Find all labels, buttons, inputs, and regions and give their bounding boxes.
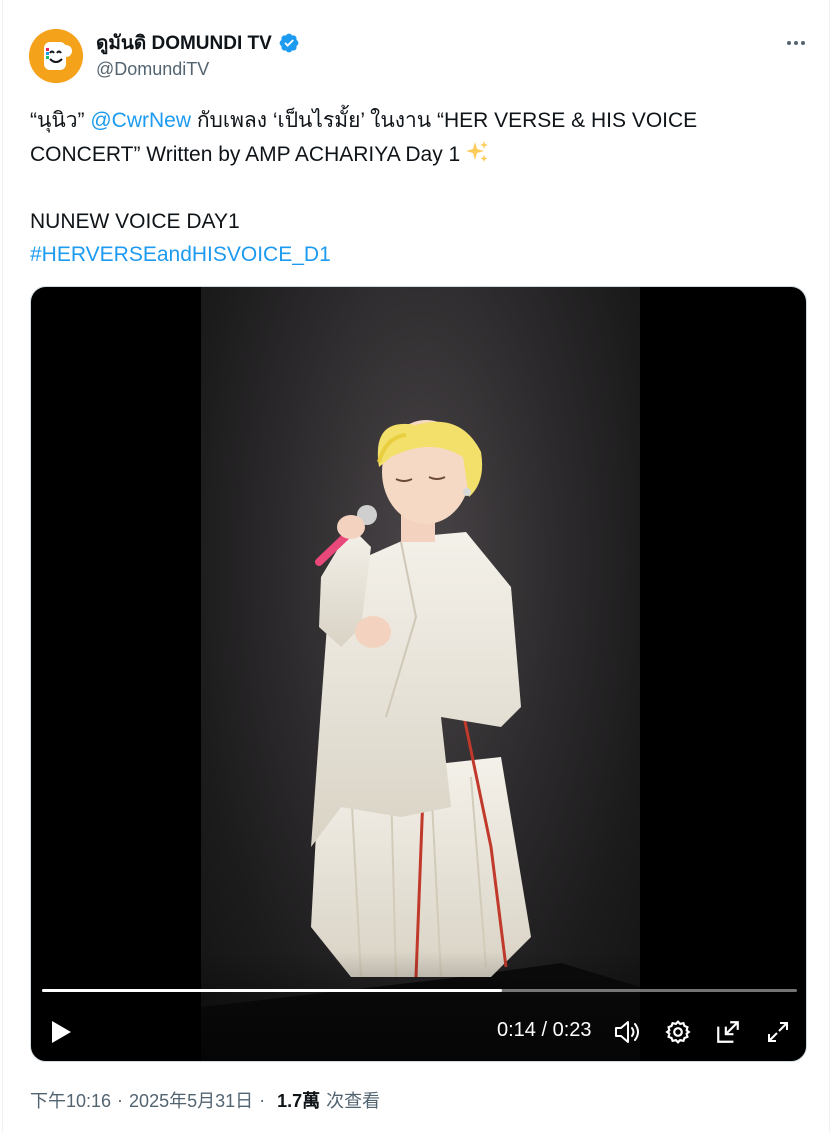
domundi-logo-icon <box>29 29 83 83</box>
tweet-text: “นุนิว” @CwrNew กับเพลง ‘เป็นไรมั้ย’ ในง… <box>30 104 800 272</box>
current-time: 0:14 <box>497 1019 536 1041</box>
mention-link[interactable]: @CwrNew <box>90 109 191 132</box>
post-date[interactable]: 2025年5月31日 <box>129 1087 253 1113</box>
video-progress-bar[interactable] <box>42 989 797 992</box>
more-dot-icon <box>787 41 791 45</box>
views-count: 1.7萬 <box>277 1091 321 1111</box>
tweet-card: ดูมันดิ DOMUNDI TV @DomundiTV “นุนิว” @C… <box>2 0 830 1133</box>
duration: 0:23 <box>552 1019 592 1041</box>
more-dot-icon <box>801 41 805 45</box>
post-time[interactable]: 下午10:16 <box>30 1087 111 1113</box>
play-icon <box>52 1021 71 1043</box>
gear-icon <box>665 1020 691 1044</box>
views-label: 次查看 <box>326 1091 381 1111</box>
tweet-text-segment: กับเพลง ‘เป็นไรมั้ย’ ในงาน “HER VERSE & … <box>196 109 698 132</box>
avatar[interactable] <box>29 29 83 83</box>
tweet-line-4: NUNEW VOICE DAY1 <box>30 209 240 233</box>
fullscreen-icon <box>768 1022 788 1042</box>
display-name[interactable]: ดูมันดิ DOMUNDI TV <box>96 28 272 58</box>
time-separator: / <box>541 1019 548 1041</box>
meta-separator: · <box>117 1089 124 1110</box>
verified-badge-icon <box>279 33 299 53</box>
tweet-text-segment: “นุนิว” <box>30 109 85 132</box>
video-player[interactable]: 0:14 / 0:23 <box>30 286 807 1062</box>
fullscreen-button[interactable] <box>763 1017 793 1047</box>
volume-icon <box>615 1021 639 1043</box>
volume-button[interactable] <box>613 1017 643 1047</box>
performer-image <box>201 420 640 1061</box>
hashtag-link[interactable]: #HERVERSEandHISVOICE_D1 <box>30 243 331 266</box>
tweet-line-5: #HERVERSEandHISVOICE_D1 <box>30 238 800 272</box>
tweet-meta: 下午10:16 · 2025年5月31日 · 1.7萬 次查看 <box>30 1087 380 1113</box>
video-frame[interactable] <box>201 287 640 1061</box>
tweet-line-2: CONCERT” Written by AMP ACHARIYA Day 1 <box>30 138 800 172</box>
play-button[interactable] <box>47 1017 75 1047</box>
time-readout: 0:14 / 0:23 <box>497 1019 592 1042</box>
more-dot-icon <box>794 41 798 45</box>
author-row: ดูมันดิ DOMUNDI TV <box>96 31 300 55</box>
meta-separator: · <box>259 1089 266 1110</box>
settings-button[interactable] <box>663 1017 693 1047</box>
tweet-text-segment: CONCERT” Written by AMP ACHARIYA Day 1 <box>30 142 461 166</box>
video-progress-fill <box>42 989 502 992</box>
sparkles-icon <box>466 140 489 162</box>
picture-in-picture-button[interactable] <box>713 1017 743 1047</box>
user-handle[interactable]: @DomundiTV <box>96 59 209 80</box>
tweet-line-1: “นุนิว” @CwrNew กับเพลง ‘เป็นไรมั้ย’ ในง… <box>30 104 800 138</box>
more-options-button[interactable] <box>781 32 811 54</box>
picture-in-picture-icon <box>717 1021 739 1043</box>
